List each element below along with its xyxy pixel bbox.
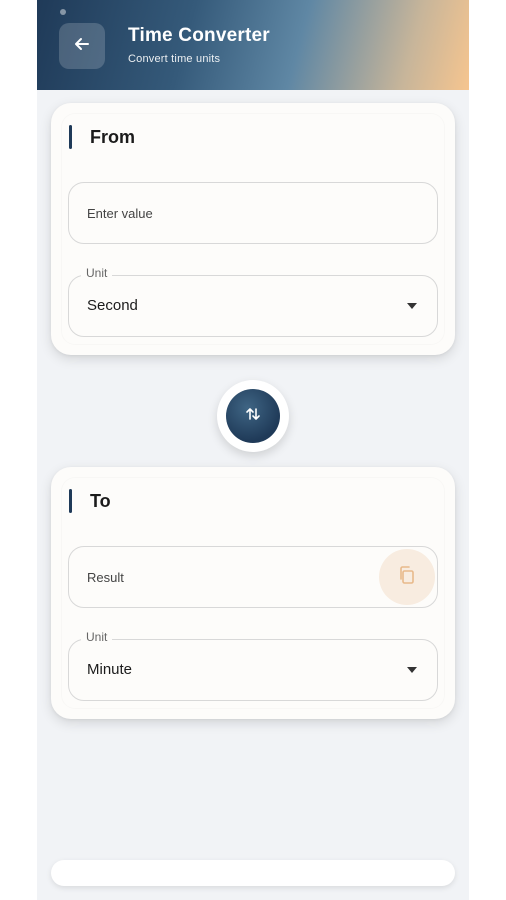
swap-button-core	[226, 389, 280, 443]
app-header: Time Converter Convert time units	[37, 0, 469, 90]
from-unit-select[interactable]: Unit Second	[68, 266, 438, 337]
from-card: From Enter value Unit Second	[51, 103, 455, 355]
chevron-down-icon	[407, 667, 417, 673]
to-unit-select[interactable]: Unit Minute	[68, 630, 438, 701]
copy-icon	[397, 565, 417, 590]
to-unit-label: Unit	[81, 630, 113, 644]
from-title-accent	[69, 125, 72, 149]
copy-button[interactable]	[379, 549, 435, 605]
to-card-title: To	[90, 491, 111, 511]
chevron-down-icon	[407, 303, 417, 309]
from-unit-label: Unit	[81, 266, 113, 280]
swap-vertical-icon	[244, 405, 262, 428]
to-card: To Result Unit Minute	[51, 467, 455, 719]
bottom-panel	[51, 860, 455, 886]
to-title-accent	[69, 489, 72, 513]
page-title: Time Converter	[128, 25, 270, 46]
to-unit-value: Minute	[87, 661, 133, 678]
result-placeholder: Result	[87, 570, 124, 585]
arrow-left-icon	[73, 35, 91, 58]
value-input[interactable]: Enter value	[68, 182, 438, 244]
swap-button[interactable]	[217, 380, 289, 452]
result-field: Result	[68, 546, 438, 608]
page-subtitle: Convert time units	[128, 53, 221, 65]
from-unit-value: Second	[87, 297, 138, 314]
app-screen: Time Converter Convert time units From E…	[37, 0, 469, 900]
status-indicator	[60, 9, 66, 15]
value-input-placeholder: Enter value	[87, 206, 153, 221]
from-card-title: From	[90, 127, 135, 147]
back-button[interactable]	[59, 23, 105, 69]
